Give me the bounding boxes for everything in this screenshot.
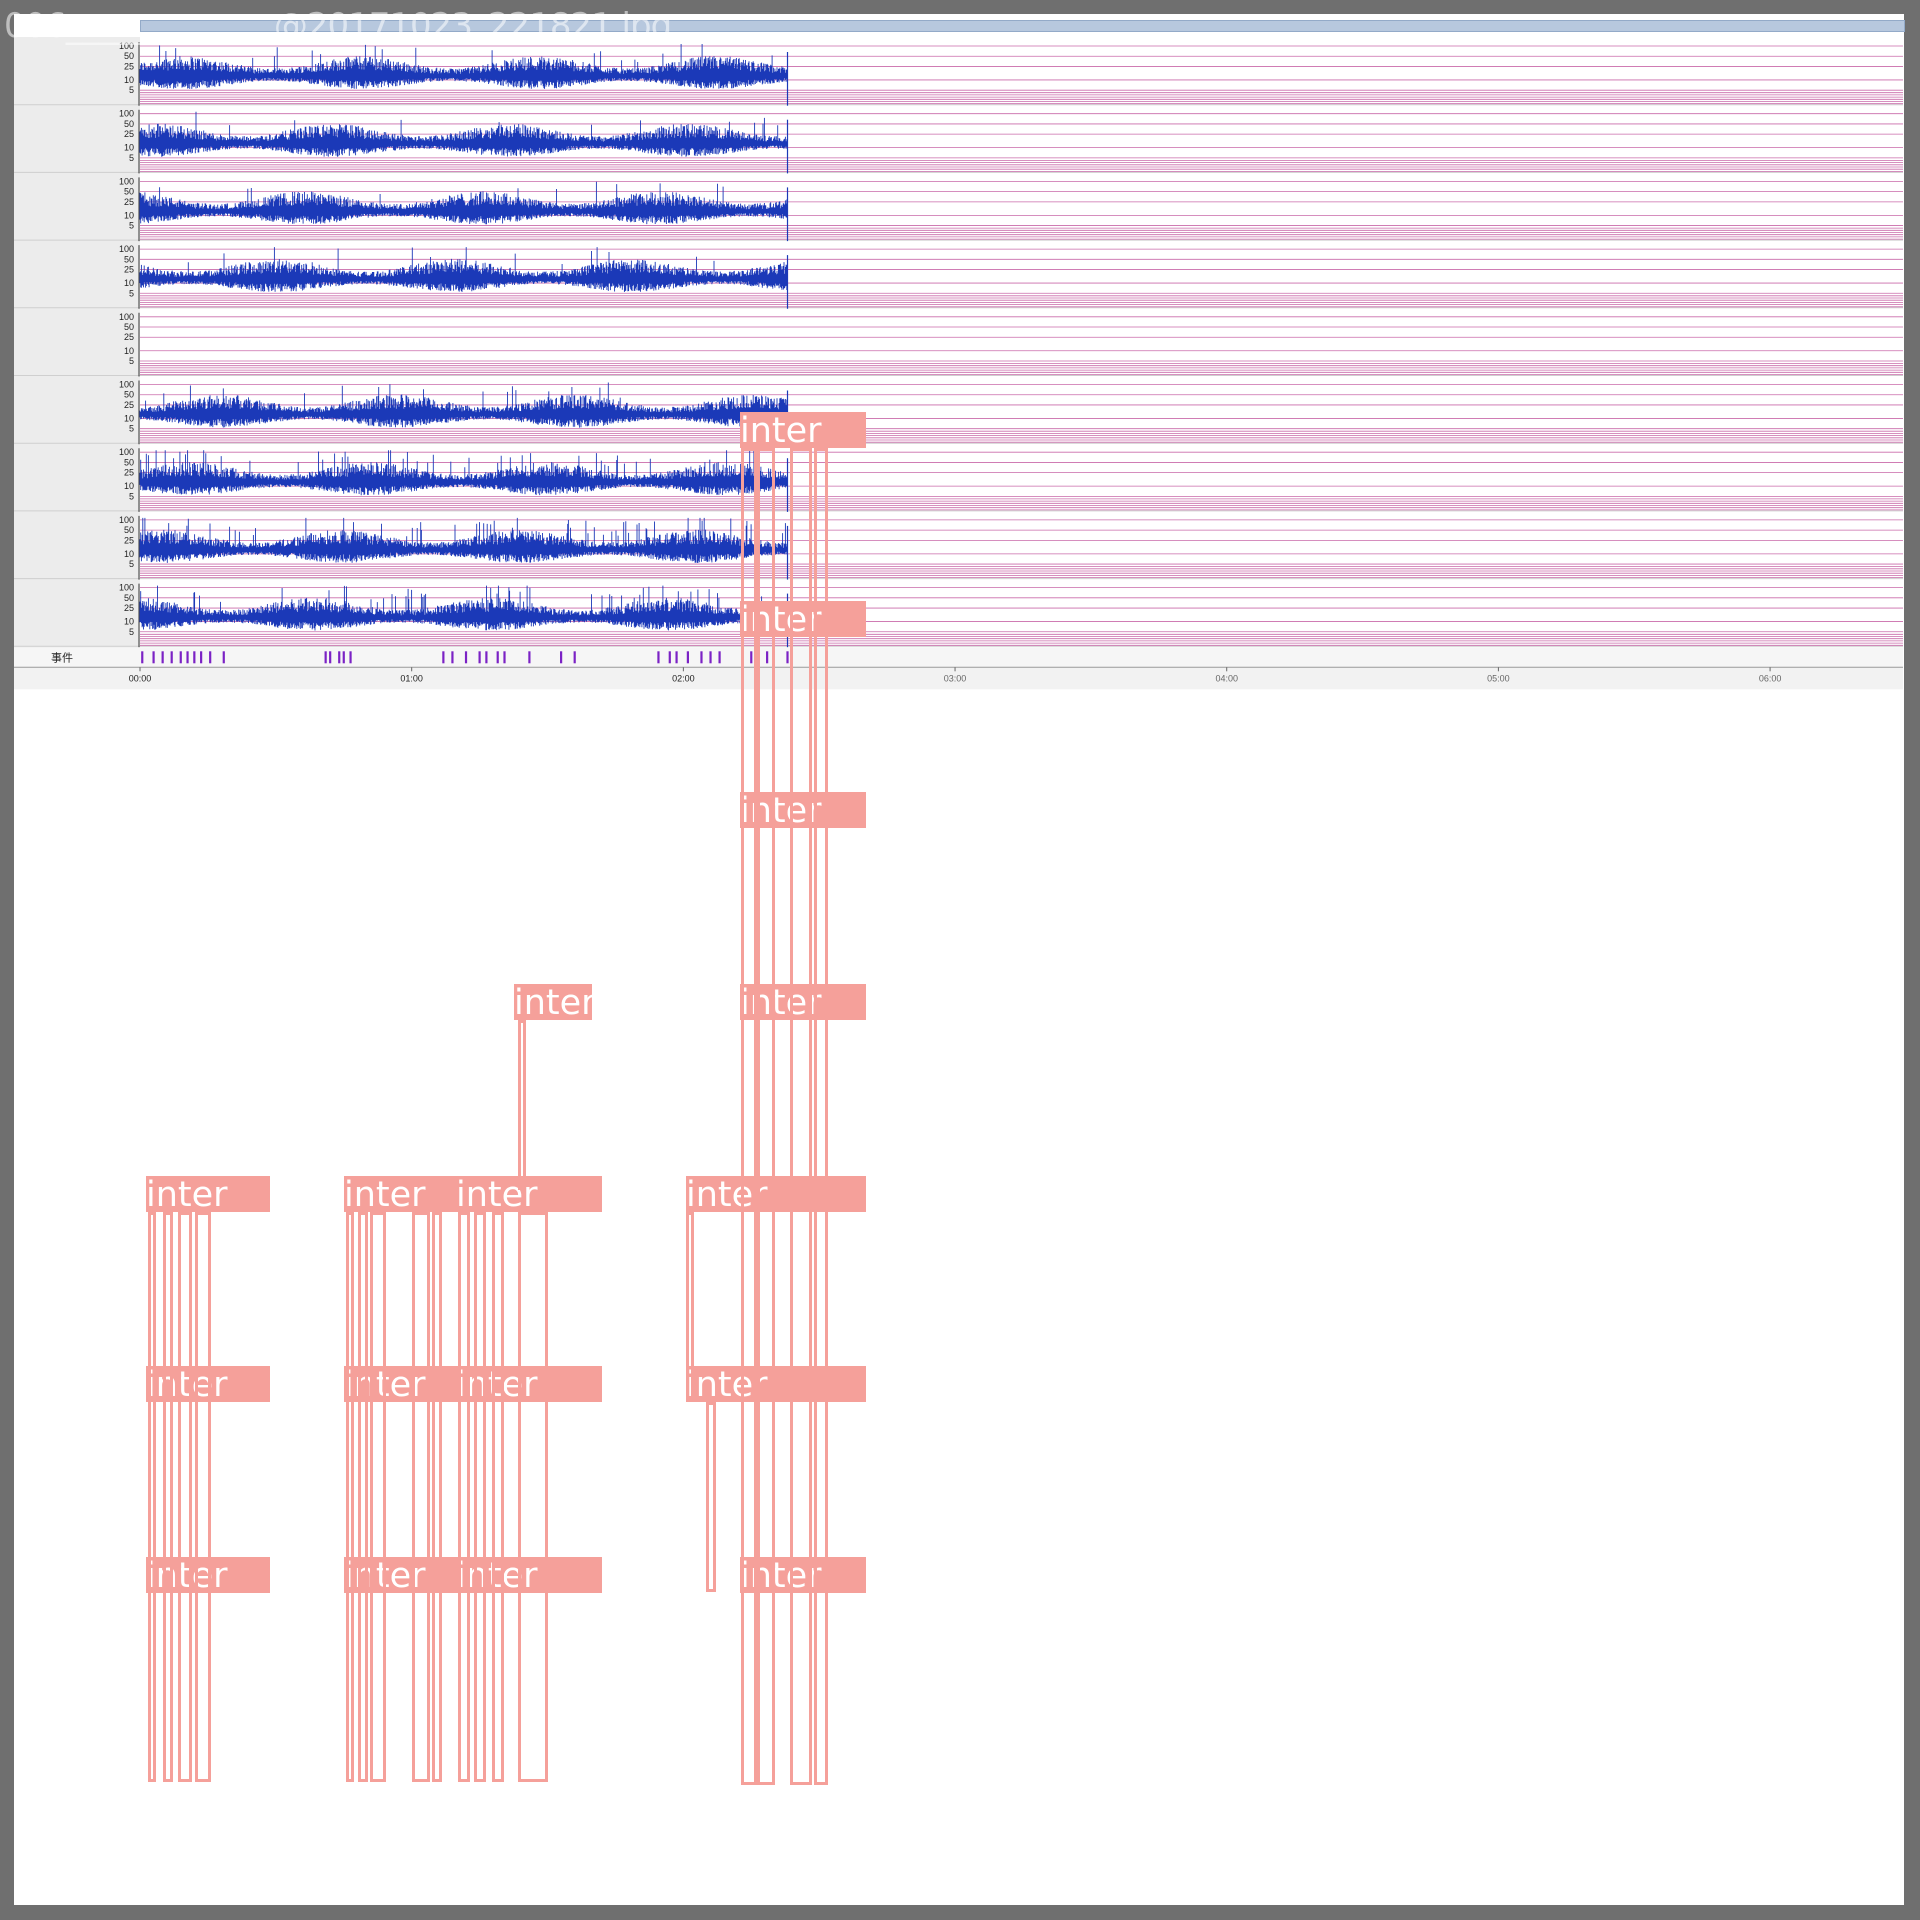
annotation-box: [163, 1212, 173, 1782]
annotation-box: [370, 1212, 386, 1782]
annotation-box: [790, 448, 812, 1785]
annotation-box: [412, 1212, 430, 1782]
annotation-box: [195, 1212, 211, 1782]
annotation-label: inter: [686, 1176, 866, 1212]
annotation-label: inter: [740, 412, 866, 448]
annotation-box: [358, 1212, 368, 1782]
annotation-box: [706, 1402, 716, 1592]
annotation-box: [492, 1212, 504, 1782]
annotation-box: [474, 1212, 486, 1782]
annotation-box: [458, 1212, 470, 1782]
annotation-label: inter: [146, 1176, 270, 1212]
annotation-label: inter: [514, 984, 592, 1020]
annotation-box: [346, 1212, 354, 1782]
annotation-overlay: inter inter inter inter inter inter inter inter…: [0, 0, 1920, 1920]
annotation-label: inter: [686, 1366, 866, 1402]
annotation-box: [178, 1212, 192, 1782]
annotation-box: [741, 448, 757, 1785]
filename-overlay: 006_____________@20171023_221821.jpg: [4, 6, 672, 46]
annotation-box: [518, 1212, 548, 1782]
annotation-box: [518, 1020, 526, 1190]
annotation-label: inter: [344, 1176, 456, 1212]
annotation-box: [686, 1212, 694, 1402]
annotation-box: [432, 1212, 442, 1782]
annotation-box: [757, 448, 775, 1785]
annotation-box: [814, 448, 828, 1785]
annotation-label: inter: [456, 1176, 602, 1212]
annotation-box: [148, 1212, 156, 1782]
